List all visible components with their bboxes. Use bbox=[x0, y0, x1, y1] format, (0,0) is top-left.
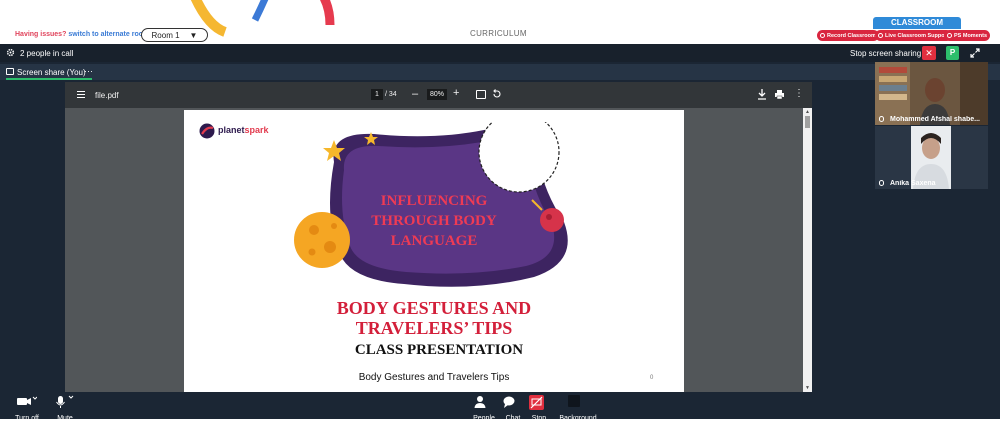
moments-icon bbox=[947, 33, 952, 38]
camera-button[interactable]: Turn off bbox=[15, 395, 39, 422]
mic-muted-icon bbox=[879, 180, 884, 186]
screen-share-icon bbox=[6, 68, 14, 75]
stop-share-button[interactable]: Stop bbox=[529, 395, 546, 422]
chat-button[interactable]: Chat bbox=[503, 395, 520, 422]
record-classroom-button[interactable]: Record Classroom bbox=[817, 30, 879, 41]
participant-name: Anika Saxena bbox=[879, 180, 986, 187]
people-button[interactable]: People bbox=[473, 395, 495, 422]
scroll-down-icon[interactable]: ▼ bbox=[805, 385, 810, 391]
live-support-button[interactable]: Live Classroom Support bbox=[875, 30, 952, 41]
slide-page-number: 0 bbox=[650, 375, 654, 381]
people-icon bbox=[474, 396, 486, 408]
brand-name: planetspark bbox=[218, 125, 269, 135]
meeting-stage: 2 people in call Stop screen sharing ✕ P… bbox=[0, 44, 1000, 422]
expand-icon[interactable] bbox=[970, 48, 980, 58]
brand-name-accent: spark bbox=[244, 125, 269, 135]
call-controls: Turn off Mute People Chat Stop Backgroun… bbox=[0, 393, 1000, 422]
slide-footer: Body Gestures and Travelers Tips bbox=[358, 372, 510, 383]
support-icon bbox=[878, 33, 883, 38]
zoom-input[interactable]: 80% bbox=[427, 89, 447, 100]
microphone-icon bbox=[56, 395, 74, 408]
caret-down-icon: ▼ bbox=[189, 30, 198, 40]
ps-moments-button[interactable]: PS Moments bbox=[944, 30, 991, 41]
planetspark-logo-icon bbox=[199, 123, 215, 139]
screen-share-tab[interactable]: Screen share (You) bbox=[17, 68, 86, 77]
page-total: / 34 bbox=[385, 91, 397, 98]
record-classroom-label: Record Classroom bbox=[827, 32, 876, 39]
participant-tile[interactable]: Anika Saxena bbox=[875, 126, 988, 189]
top-banner: Having issues? switch to alternate room … bbox=[0, 0, 1000, 44]
download-icon[interactable] bbox=[757, 88, 767, 100]
menu-icon[interactable] bbox=[77, 91, 85, 98]
slide-title: INFLUENCING THROUGH BODY LANGUAGE bbox=[371, 193, 497, 249]
connection-help: Having issues? switch to alternate room bbox=[15, 31, 149, 38]
more-options-icon[interactable]: ⋮ bbox=[794, 88, 804, 99]
participant-name-text: Mohammed Afshal shabe... bbox=[890, 116, 980, 123]
stop-sharing-button[interactable]: ✕ bbox=[922, 46, 936, 60]
share-options-button[interactable]: ··· bbox=[84, 66, 93, 76]
chat-icon bbox=[503, 396, 515, 408]
slide-headline: BODY GESTURES AND TRAVELERS’ TIPS bbox=[336, 298, 532, 338]
pdf-viewer: file.pdf 1 / 34 – 80% + ⋮ planetspark IN… bbox=[65, 82, 812, 392]
gear-icon[interactable] bbox=[6, 48, 15, 57]
background-button[interactable]: Background bbox=[559, 395, 597, 422]
presenter-button[interactable]: P bbox=[946, 46, 959, 60]
pdf-scrollbar[interactable]: ▲ ▼ bbox=[803, 108, 812, 392]
rotate-icon[interactable] bbox=[492, 89, 502, 99]
camera-icon bbox=[17, 396, 38, 405]
live-support-label: Live Classroom Support bbox=[885, 32, 949, 39]
participant-name: Mohammed Afshal shabe... bbox=[879, 116, 986, 123]
pdf-page: planetspark INFLUENCING THROUGH BODY LAN… bbox=[184, 110, 684, 392]
call-header: 2 people in call Stop screen sharing ✕ P bbox=[0, 44, 1000, 62]
ps-moments-label: PS Moments bbox=[954, 32, 988, 39]
screen-share-tab-bar: Screen share (You) ··· bbox=[0, 64, 1000, 80]
background-icon bbox=[568, 395, 580, 407]
participant-name-text: Anika Saxena bbox=[890, 180, 936, 187]
fit-page-icon[interactable] bbox=[476, 90, 486, 99]
record-icon bbox=[820, 33, 825, 38]
issues-text: Having issues? bbox=[15, 31, 67, 38]
page-number-input[interactable]: 1 bbox=[371, 89, 383, 100]
people-count: 2 people in call bbox=[20, 49, 74, 58]
classroom-tab[interactable]: CLASSROOM bbox=[873, 17, 961, 29]
pdf-filename: file.pdf bbox=[95, 91, 119, 100]
switch-room-link[interactable]: switch to alternate room bbox=[68, 31, 149, 38]
slide-subhead: CLASS PRESENTATION bbox=[354, 342, 524, 358]
room-select-value: Room 1 bbox=[151, 30, 180, 40]
curriculum-tab[interactable]: CURRICULUM bbox=[470, 29, 527, 38]
scroll-up-icon[interactable]: ▲ bbox=[805, 109, 810, 115]
brand-name-main: planet bbox=[218, 125, 245, 135]
participant-tile[interactable]: Mohammed Afshal shabe... bbox=[875, 62, 988, 125]
mute-button[interactable]: Mute bbox=[55, 395, 75, 422]
pdf-toolbar: file.pdf 1 / 34 – 80% + ⋮ bbox=[65, 82, 812, 108]
mic-icon bbox=[879, 116, 884, 122]
stop-sharing-label: Stop screen sharing bbox=[850, 49, 922, 58]
stop-share-icon bbox=[529, 395, 544, 410]
active-tab-indicator bbox=[6, 78, 92, 80]
print-icon[interactable] bbox=[774, 89, 785, 100]
room-select[interactable]: Room 1 ▼ bbox=[141, 28, 208, 42]
zoom-out-button[interactable]: – bbox=[412, 88, 418, 100]
scroll-thumb[interactable] bbox=[805, 116, 810, 128]
zoom-in-button[interactable]: + bbox=[453, 87, 459, 99]
